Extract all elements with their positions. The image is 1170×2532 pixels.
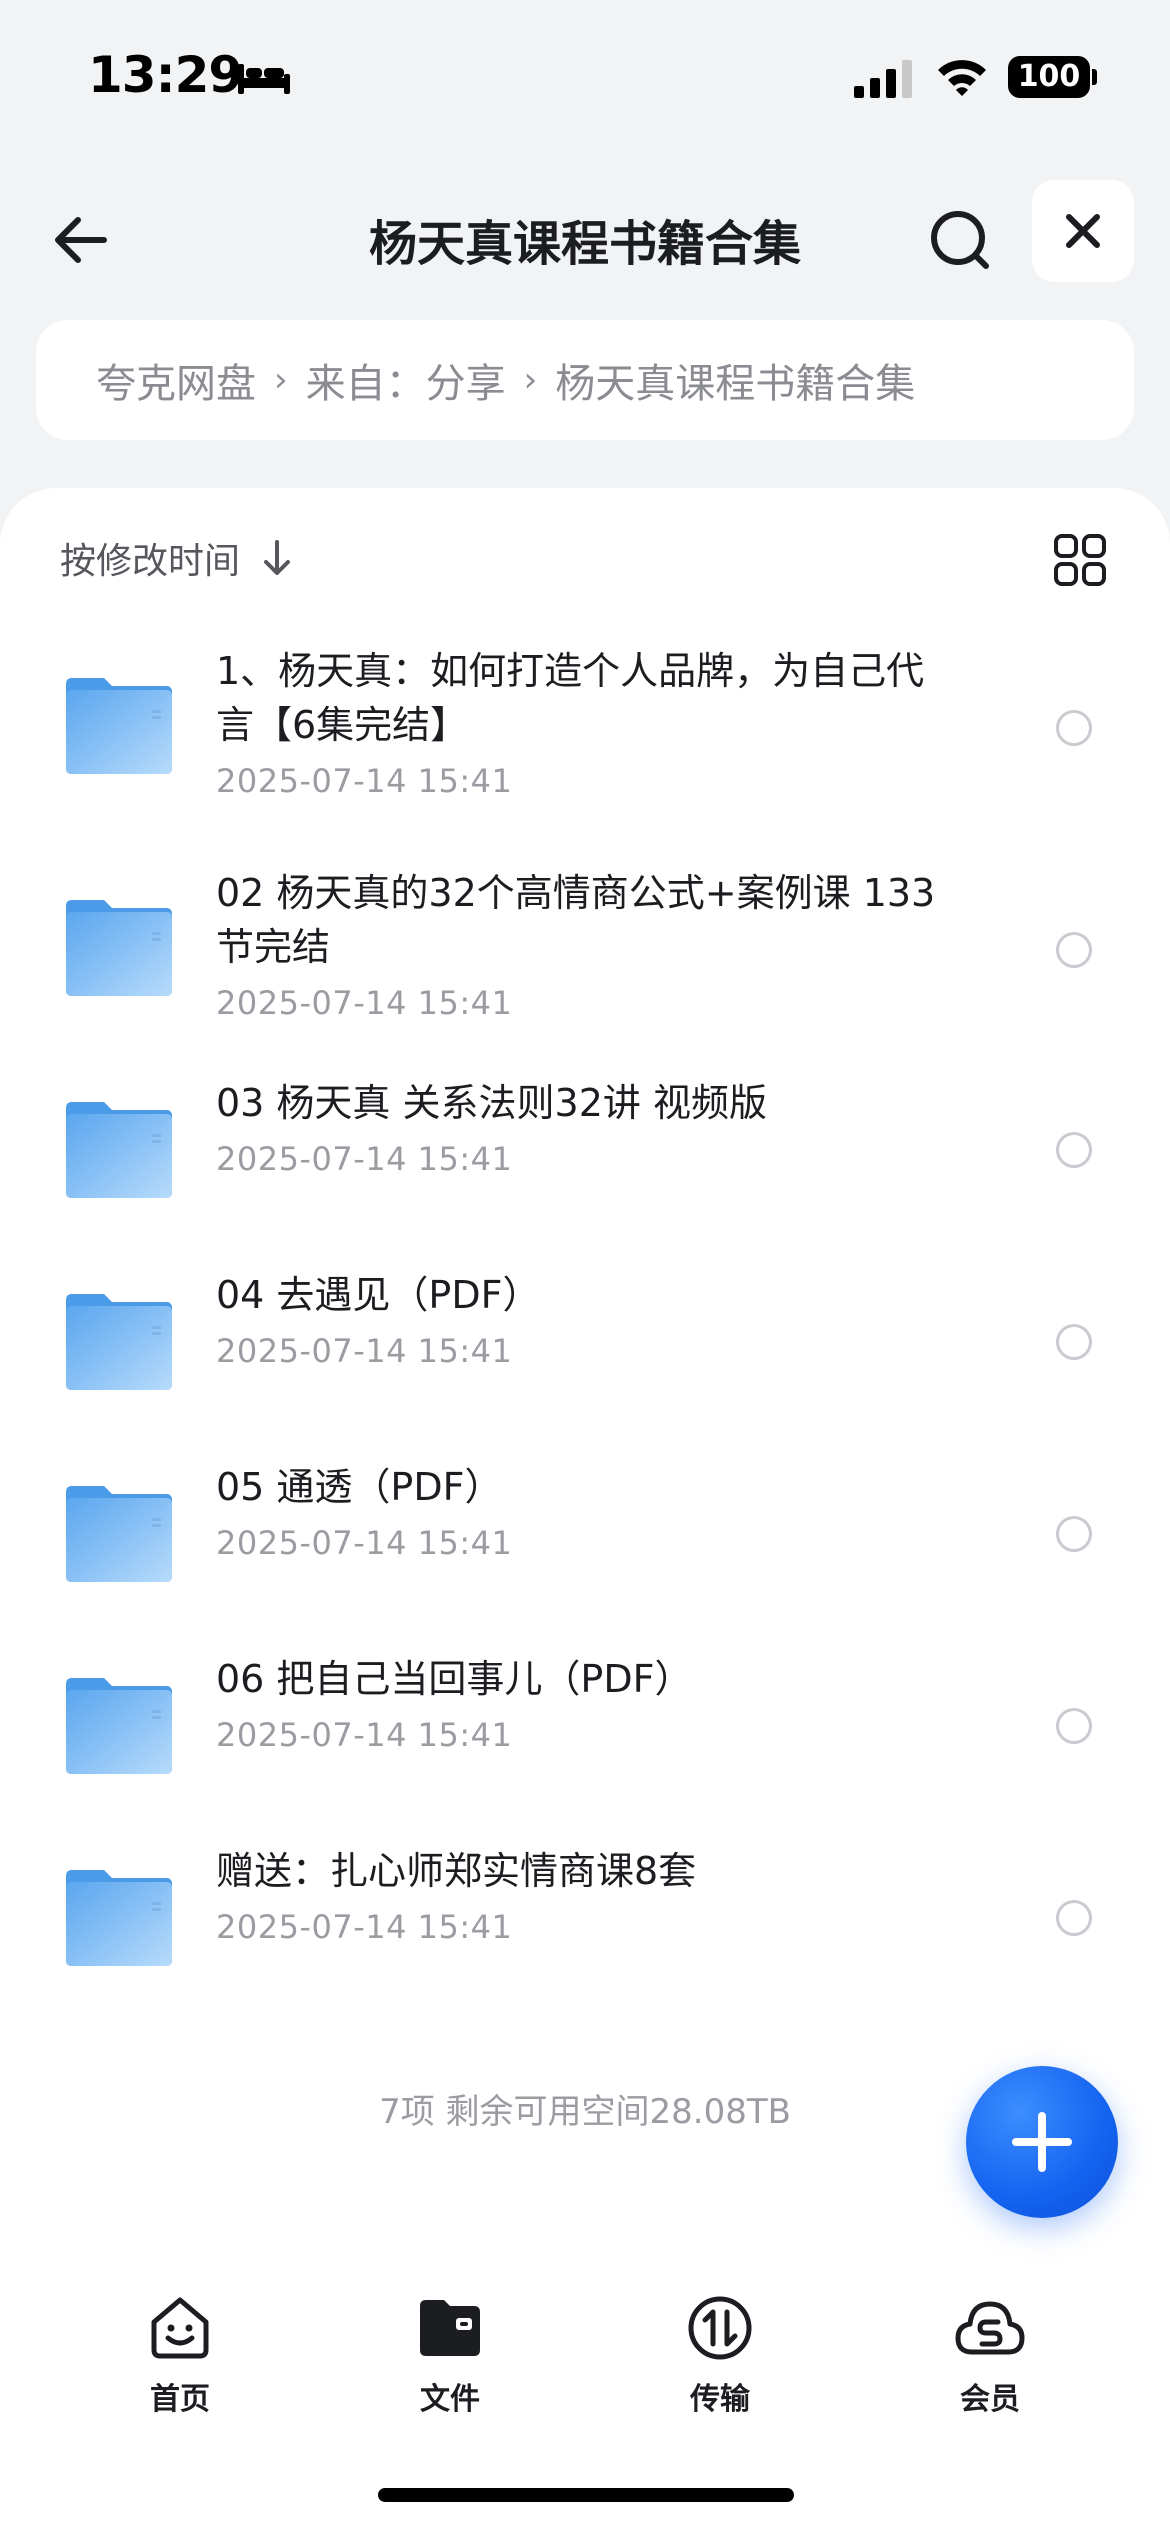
search-icon[interactable]	[922, 202, 998, 278]
sort-control[interactable]: 按修改时间	[60, 532, 294, 584]
status-bar: 13:29 100	[0, 0, 1170, 150]
breadcrumb-separator: ›	[523, 360, 538, 400]
close-icon	[1066, 214, 1100, 248]
file-name: 06 把自己当回事儿（PDF）	[216, 1657, 693, 1701]
folder-icon	[66, 1102, 172, 1198]
close-button[interactable]	[1032, 180, 1134, 282]
file-date: 2025-07-14 15:41	[216, 1524, 513, 1562]
select-radio[interactable]	[1056, 1516, 1092, 1552]
file-name: 02 杨天真的32个高情商公式+案例课 133节完结	[216, 871, 936, 969]
file-name: 1、杨天真：如何打造个人品牌，为自己代言【6集完结】	[216, 649, 925, 747]
file-name: 04 去遇见（PDF）	[216, 1273, 541, 1317]
header: 杨天真课程书籍合集	[0, 180, 1170, 300]
add-button[interactable]	[966, 2066, 1118, 2218]
list-item[interactable]: 05 通透（PDF） 2025-07-14 15:41	[0, 1465, 1170, 1656]
file-date: 2025-07-14 15:41	[216, 762, 513, 800]
breadcrumb-item-share[interactable]: 来自：分享	[306, 351, 506, 409]
home-indicator[interactable]	[378, 2488, 794, 2502]
file-date: 2025-07-14 15:41	[216, 1908, 513, 1946]
folder-icon	[66, 1678, 172, 1774]
list-item[interactable]: 06 把自己当回事儿（PDF） 2025-07-14 15:41	[0, 1657, 1170, 1848]
tab-member[interactable]: 会员	[910, 2292, 1070, 2432]
battery-tip	[1092, 69, 1097, 85]
tab-files[interactable]: 文件	[370, 2292, 530, 2432]
folder-icon	[66, 1870, 172, 1966]
tab-label: 传输	[690, 2382, 750, 2417]
file-list-panel: 按修改时间 1、杨天真：如何打造个人品牌，为自己代言【6集完结】 2025-07…	[0, 488, 1170, 2268]
wifi-icon	[938, 60, 986, 96]
file-name: 05 通透（PDF）	[216, 1465, 503, 1509]
folder-file-icon	[420, 2300, 480, 2356]
select-radio[interactable]	[1056, 710, 1092, 746]
tab-home[interactable]: 首页	[100, 2292, 260, 2432]
list-item[interactable]: 04 去遇见（PDF） 2025-07-14 15:41	[0, 1273, 1170, 1464]
battery-icon: 100	[1008, 56, 1090, 98]
list-item[interactable]: 02 杨天真的32个高情商公式+案例课 133节完结 2025-07-14 15…	[0, 860, 1170, 1080]
grid-view-icon[interactable]	[1052, 532, 1108, 588]
file-date: 2025-07-14 15:41	[216, 1716, 513, 1754]
breadcrumb-separator: ›	[274, 360, 288, 400]
file-date: 2025-07-14 15:41	[216, 984, 513, 1022]
breadcrumb-item-root[interactable]: 夸克网盘	[96, 351, 256, 409]
bed-icon	[238, 64, 290, 94]
tab-label: 文件	[420, 2382, 480, 2417]
arrow-down-icon	[264, 540, 291, 575]
folder-icon	[66, 1294, 172, 1390]
select-radio[interactable]	[1056, 932, 1092, 968]
folder-icon	[66, 900, 172, 996]
file-date: 2025-07-14 15:41	[216, 1332, 513, 1370]
select-radio[interactable]	[1056, 1900, 1092, 1936]
file-date: 2025-07-14 15:41	[216, 1140, 513, 1178]
select-radio[interactable]	[1056, 1324, 1092, 1360]
smiley-home-icon	[151, 2297, 209, 2359]
file-name: 03 杨天真 关系法则32讲 视频版	[216, 1081, 767, 1125]
list-item[interactable]: 1、杨天真：如何打造个人品牌，为自己代言【6集完结】 2025-07-14 15…	[0, 638, 1170, 858]
list-item[interactable]: 赠送：扎心师郑实情商课8套 2025-07-14 15:41	[0, 1849, 1170, 2040]
signal-icon	[854, 60, 912, 98]
sort-label: 按修改时间	[60, 541, 241, 582]
breadcrumb: 夸克网盘 › 来自：分享 › 杨天真课程书籍合集	[36, 320, 1134, 440]
breadcrumb-item-current: 杨天真课程书籍合集	[555, 361, 916, 407]
cloud-member-icon	[955, 2301, 1025, 2355]
transfer-icon	[688, 2296, 752, 2360]
file-name: 赠送：扎心师郑实情商课8套	[216, 1849, 697, 1893]
select-radio[interactable]	[1056, 1708, 1092, 1744]
list-item[interactable]: 03 杨天真 关系法则32讲 视频版 2025-07-14 15:41	[0, 1081, 1170, 1272]
tab-transfer[interactable]: 传输	[640, 2292, 800, 2432]
folder-icon	[66, 1486, 172, 1582]
plus-icon	[1012, 2112, 1072, 2172]
tab-label: 会员	[960, 2382, 1020, 2417]
status-time: 13:29	[88, 46, 243, 104]
tab-label: 首页	[150, 2382, 210, 2417]
folder-icon	[66, 678, 172, 774]
select-radio[interactable]	[1056, 1132, 1092, 1168]
